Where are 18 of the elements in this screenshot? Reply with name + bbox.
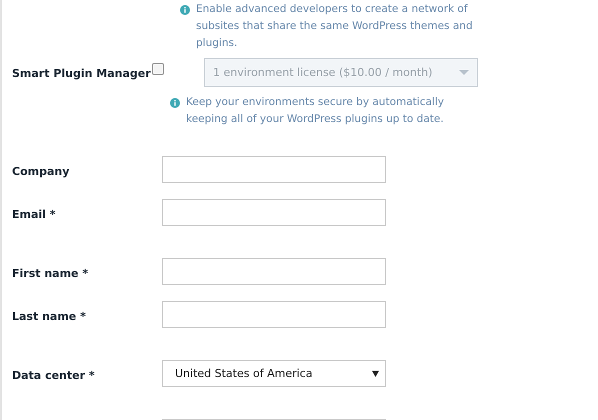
input-field[interactable] xyxy=(162,258,386,285)
input-field[interactable] xyxy=(162,199,386,226)
input-field[interactable] xyxy=(162,156,386,183)
country-dropdown[interactable]: United States of America xyxy=(162,360,386,387)
input-field[interactable] xyxy=(162,301,386,328)
info-icon xyxy=(180,5,190,15)
field-label: Company xyxy=(12,165,70,178)
caret-icon xyxy=(372,370,379,377)
field-label: Smart Plugin Manager xyxy=(12,67,152,80)
checkbox[interactable] xyxy=(152,63,164,75)
field-label: Email * xyxy=(12,208,56,221)
field-label: Data center * xyxy=(12,369,95,382)
info-icon xyxy=(170,98,180,108)
help-text: Keep your environments secure by automatically keeping all of your WordPress plugins up to date. xyxy=(186,95,444,127)
field-label: Last name * xyxy=(12,310,86,323)
field-label: First name * xyxy=(12,267,88,280)
caret-icon xyxy=(459,70,469,75)
help-text: Enable advanced developers to create a network of subsites that share the same WordPress themes and plugins. xyxy=(196,2,473,51)
